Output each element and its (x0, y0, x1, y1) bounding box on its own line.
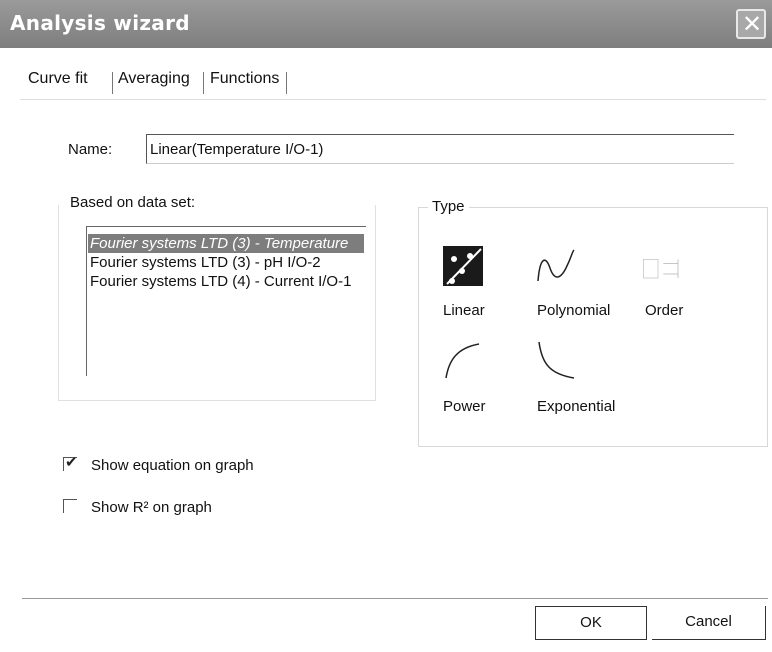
exponential-icon[interactable] (536, 340, 576, 380)
tab-divider (203, 72, 204, 94)
type-exponential-label: Exponential (537, 398, 616, 415)
ok-button[interactable]: OK (535, 606, 647, 640)
show-r2-label[interactable]: Show R² on graph (91, 499, 212, 516)
check-icon: ✔ (65, 454, 78, 471)
show-equation-checkbox[interactable]: ✔ (63, 454, 78, 471)
title-bar[interactable]: Analysis wizard ✕ (0, 0, 772, 48)
power-icon[interactable] (443, 340, 483, 380)
type-power-label: Power (443, 398, 486, 415)
show-equation-label[interactable]: Show equation on graph (91, 457, 254, 474)
data-set-item[interactable]: Fourier systems LTD (4) - Current I/O-1 (90, 272, 351, 291)
data-set-item[interactable]: Fourier systems LTD (3) - Temperature (88, 234, 364, 253)
close-icon: ✕ (742, 10, 763, 38)
polynomial-icon[interactable] (536, 246, 576, 286)
show-r2-checkbox[interactable] (63, 499, 77, 513)
data-set-label: Based on data set: (70, 194, 200, 211)
tab-functions[interactable]: Functions (210, 70, 279, 88)
type-linear-label: Linear (443, 302, 485, 319)
name-input-value: Linear(Temperature I/O-1) (150, 141, 324, 158)
type-group-label: Type (428, 198, 469, 215)
footer-divider (22, 598, 768, 599)
name-label: Name: (68, 141, 113, 158)
tab-averaging[interactable]: Averaging (118, 70, 190, 88)
type-polynomial-label: Polynomial (537, 302, 611, 319)
order-icon[interactable] (642, 250, 682, 290)
linear-icon[interactable] (443, 246, 483, 286)
analysis-wizard-dialog: Analysis wizard ✕ Curve fit Averaging Fu… (0, 0, 772, 652)
type-order-label: Order (645, 302, 684, 319)
data-set-item[interactable]: Fourier systems LTD (3) - pH I/O-2 (90, 253, 321, 272)
tab-curve-fit[interactable]: Curve fit (28, 70, 88, 88)
tab-divider (286, 72, 287, 94)
tab-divider (112, 72, 113, 94)
cancel-button[interactable]: Cancel (652, 606, 766, 640)
close-button[interactable]: ✕ (736, 9, 766, 39)
window-title: Analysis wizard (10, 11, 190, 35)
